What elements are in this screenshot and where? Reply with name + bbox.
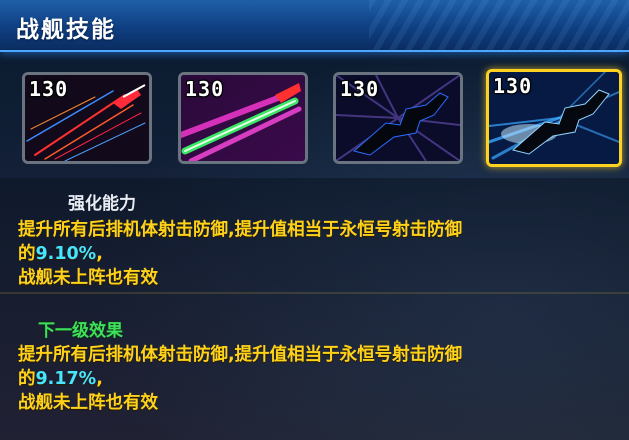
divider: [0, 292, 629, 294]
current-effect-line-3: 战舰未上阵也有效: [18, 268, 158, 288]
skill-slot-4-selected[interactable]: 130: [486, 69, 622, 167]
skill-level: 130: [493, 74, 533, 98]
skill-level: 130: [185, 77, 225, 101]
current-effect-suffix: ,: [96, 244, 103, 264]
skill-slot-1[interactable]: 130: [22, 72, 152, 164]
next-level-line-2: 的9.17%,: [18, 367, 462, 391]
current-effect-description: 提升所有后排机体射击防御,提升值相当于永恒号射击防御 的9.10%, 战舰未上阵…: [18, 218, 462, 290]
header-bar: 战舰技能: [0, 0, 629, 52]
current-effect-line-2: 的9.10%,: [18, 242, 462, 266]
next-level-title: 下一级效果: [38, 321, 123, 341]
page-title: 战舰技能: [16, 17, 116, 43]
next-level-value: 9.17%: [35, 369, 97, 389]
current-effect-title: 强化能力: [68, 194, 136, 214]
skill-level: 130: [29, 77, 69, 101]
next-level-line-1: 提升所有后排机体射击防御,提升值相当于永恒号射击防御: [18, 345, 463, 365]
current-effect-value: 9.10%: [35, 244, 97, 264]
next-level-description: 提升所有后排机体射击防御,提升值相当于永恒号射击防御 的9.17%, 战舰未上阵…: [18, 343, 462, 415]
current-effect-line-1: 提升所有后排机体射击防御,提升值相当于永恒号射击防御: [18, 220, 463, 240]
next-level-line-3: 战舰未上阵也有效: [18, 393, 158, 413]
next-level-prefix: 的: [18, 369, 36, 389]
skill-list: 130 130 130 130: [22, 69, 622, 168]
skill-slot-3[interactable]: 130: [333, 72, 463, 164]
skill-level: 130: [340, 77, 380, 101]
current-effect-prefix: 的: [18, 244, 36, 264]
next-level-suffix: ,: [96, 369, 103, 389]
skill-slot-2[interactable]: 130: [178, 72, 308, 164]
